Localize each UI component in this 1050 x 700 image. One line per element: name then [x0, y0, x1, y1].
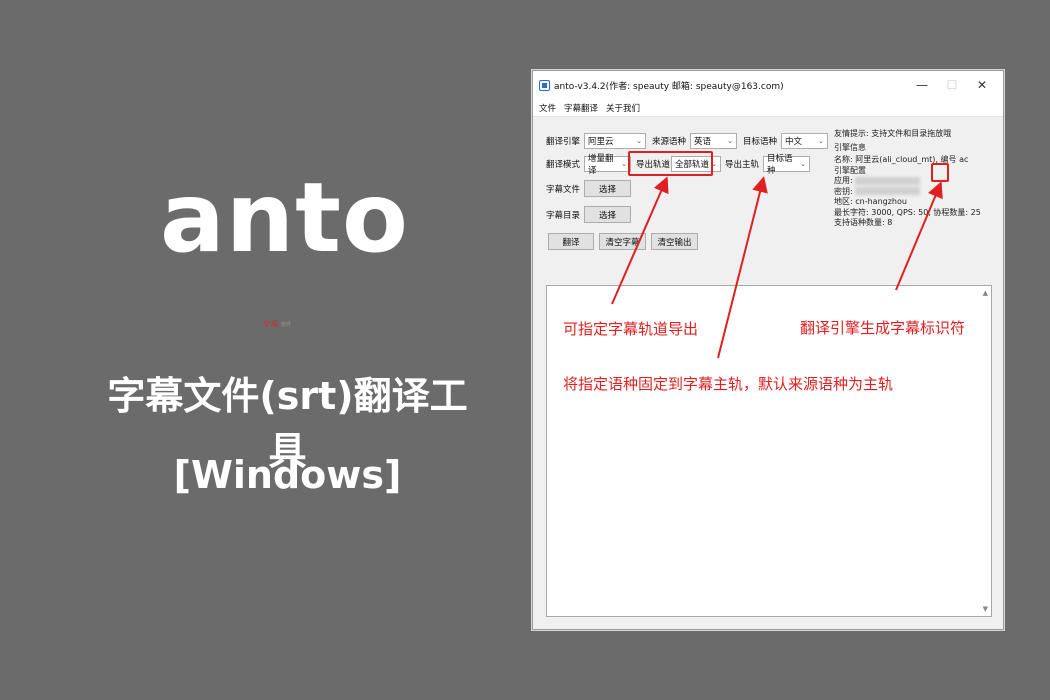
langs-line: 支持语种数量: 8 — [834, 218, 893, 227]
choose-dir-button[interactable]: 选择 — [584, 206, 632, 223]
source-lang-select[interactable]: 英语 ⌄ — [690, 133, 738, 149]
scroll-up-icon[interactable]: ▲ — [983, 289, 988, 297]
main-track-label: 导出主轨 — [725, 160, 760, 170]
mode-select[interactable]: 增量翻译 ⌄ — [584, 154, 632, 176]
site-logo: 小众 软件 — [263, 318, 301, 330]
info-panel: 友情提示: 支持文件和目录拖放哦 引擎信息 名称: 阿里云(ali_cloud_… — [834, 129, 999, 229]
promo-platform: [Windows] — [173, 453, 402, 497]
target-lang-value: 中文 — [785, 137, 803, 147]
subtitle-dir-row: 字幕目录 选择 — [546, 206, 632, 223]
minimize-button[interactable]: — — [907, 71, 937, 99]
export-track-highlight — [628, 151, 713, 176]
close-button[interactable]: ✕ — [967, 71, 997, 99]
title-bar[interactable]: anto-v3.4.2(作者: speauty 邮箱: speauty@163.… — [533, 71, 1003, 99]
engine-code-highlight — [931, 163, 949, 182]
annotation-engine-code: 翻译引擎生成字幕标识符 — [800, 319, 966, 337]
tip-text: 友情提示: 支持文件和目录拖放哦 — [834, 129, 952, 138]
mode-value: 增量翻译 — [588, 154, 614, 176]
target-lang-select[interactable]: 中文 ⌄ — [781, 133, 829, 149]
chevron-down-icon: ⌄ — [800, 160, 807, 168]
annotation-export-track: 可指定字幕轨道导出 — [563, 320, 699, 338]
engine-select[interactable]: 阿里云 ⌄ — [584, 133, 647, 149]
app-icon — [539, 79, 550, 91]
engine-value: 阿里云 — [588, 137, 614, 147]
app-label: 应用: — [834, 176, 853, 185]
annotation-main-track: 将指定语种固定到字幕主轨，默认来源语种为主轨 — [563, 375, 894, 393]
redacted-key — [854, 187, 920, 195]
chevron-down-icon: ⌄ — [636, 137, 643, 145]
limits-line: 最长字符: 3000, QPS: 50, 协程数量: 25 — [834, 207, 981, 217]
action-row: 翻译 清空字幕 清空输出 — [548, 233, 698, 250]
source-lang-value: 英语 — [694, 137, 712, 147]
source-lang-label: 来源语种 — [652, 137, 687, 147]
subtitle-dir-label: 字幕目录 — [546, 210, 581, 221]
main-track-select[interactable]: 目标语种 ⌄ — [763, 154, 811, 176]
engine-code: ac — [959, 155, 969, 164]
chevron-down-icon: ⌄ — [727, 137, 734, 145]
scroll-down-icon[interactable]: ▼ — [983, 605, 988, 613]
engine-label: 翻译引擎 — [546, 137, 581, 147]
engine-config-title: 引擎配置 — [834, 165, 866, 175]
region-line: 地区: cn-hangzhou — [834, 197, 907, 206]
window-title: anto-v3.4.2(作者: speauty 邮箱: speauty@163.… — [554, 81, 784, 92]
clear-output-button[interactable]: 清空输出 — [651, 233, 698, 250]
engine-info-title: 引擎信息 — [834, 142, 866, 152]
menu-subtitle-translate[interactable]: 字幕翻译 — [564, 102, 598, 114]
site-logo-main: 小众 — [263, 319, 279, 328]
app-window: anto-v3.4.2(作者: speauty 邮箱: speauty@163.… — [532, 70, 1004, 630]
redacted-app — [854, 176, 920, 185]
choose-file-button[interactable]: 选择 — [584, 180, 632, 197]
engine-row: 翻译引擎 阿里云 ⌄ 来源语种 英语 ⌄ 目标语种 中文 ⌄ — [546, 133, 829, 149]
clear-subtitle-button[interactable]: 清空字幕 — [599, 233, 646, 250]
menu-file[interactable]: 文件 — [539, 102, 556, 114]
subtitle-file-row: 字幕文件 选择 — [546, 180, 632, 197]
chevron-down-icon: ⌄ — [621, 160, 628, 168]
menu-about[interactable]: 关于我们 — [606, 102, 640, 114]
key-line: 密钥: — [834, 187, 999, 198]
main-track-value: 目标语种 — [767, 154, 793, 176]
chevron-down-icon: ⌄ — [818, 137, 825, 145]
engine-name-line: 名称: 阿里云(ali_cloud_mt), 编号 ac — [834, 155, 999, 166]
mode-label: 翻译模式 — [546, 160, 581, 170]
target-lang-label: 目标语种 — [743, 137, 778, 147]
window-controls: — ☐ ✕ — [907, 71, 997, 99]
key-label: 密钥: — [834, 186, 853, 196]
translate-button[interactable]: 翻译 — [548, 233, 594, 250]
app-line: 应用: — [834, 176, 999, 187]
subtitle-file-label: 字幕文件 — [546, 184, 581, 195]
brand-title: anto — [160, 162, 409, 274]
maximize-button[interactable]: ☐ — [937, 71, 967, 99]
menu-bar: 文件 字幕翻译 关于我们 — [533, 99, 1003, 117]
site-logo-sub: 软件 — [281, 322, 292, 328]
